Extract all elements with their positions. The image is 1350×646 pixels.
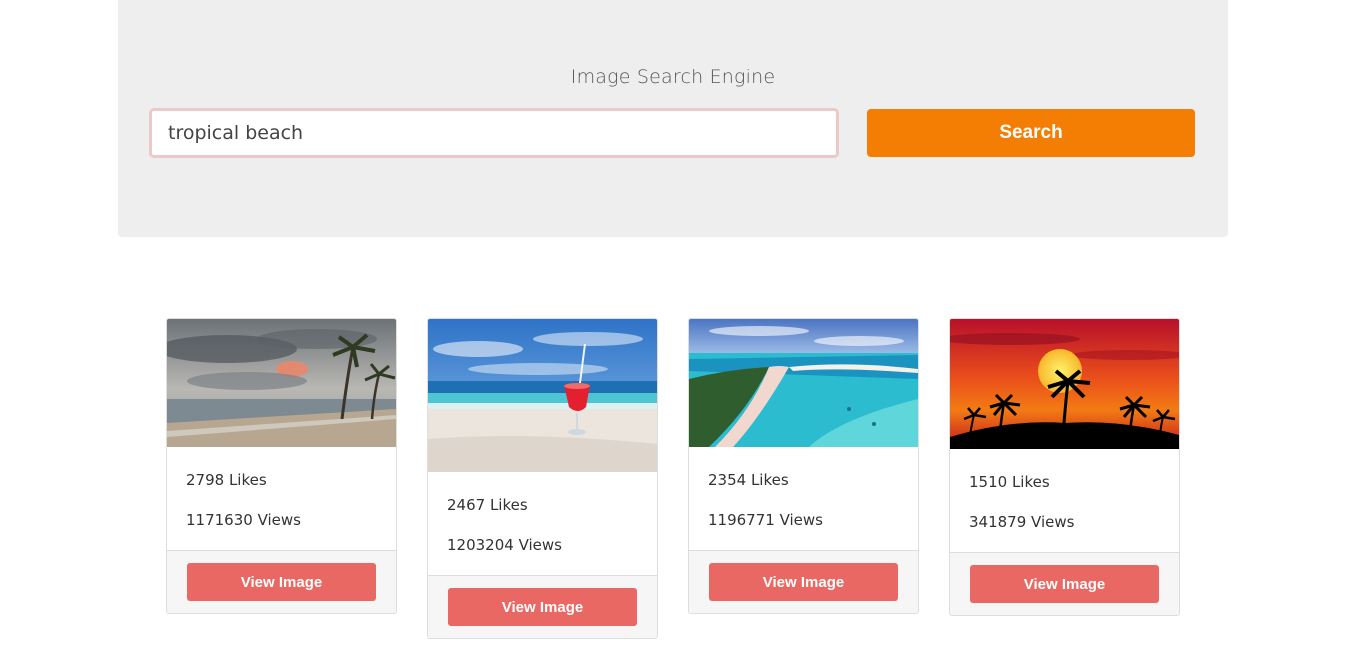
views-count: 1171630 Views xyxy=(186,511,301,529)
result-card: 2467 Likes 1203204 Views View Image xyxy=(427,318,658,639)
search-button[interactable]: Search xyxy=(867,109,1195,157)
view-image-button[interactable]: View Image xyxy=(448,588,637,626)
likes-count: 2467 Likes xyxy=(447,496,528,514)
card-body: 2467 Likes 1203204 Views xyxy=(428,472,657,576)
card-footer: View Image xyxy=(689,551,918,613)
result-image[interactable] xyxy=(689,319,918,447)
card-body: 2354 Likes 1196771 Views xyxy=(689,447,918,551)
result-card: 1510 Likes 341879 Views View Image xyxy=(949,318,1180,616)
likes-count: 2798 Likes xyxy=(186,471,267,489)
card-footer: View Image xyxy=(428,576,657,638)
likes-count: 1510 Likes xyxy=(969,473,1050,491)
view-image-button[interactable]: View Image xyxy=(970,565,1159,603)
result-card: 2354 Likes 1196771 Views View Image xyxy=(688,318,919,614)
card-body: 1510 Likes 341879 Views xyxy=(950,449,1179,553)
likes-count: 2354 Likes xyxy=(708,471,789,489)
card-footer: View Image xyxy=(167,551,396,613)
views-count: 1196771 Views xyxy=(708,511,823,529)
result-card: 2798 Likes 1171630 Views View Image xyxy=(166,318,397,614)
result-image[interactable] xyxy=(428,319,657,472)
result-image[interactable] xyxy=(167,319,396,447)
card-footer: View Image xyxy=(950,553,1179,615)
view-image-button[interactable]: View Image xyxy=(709,563,898,601)
result-image[interactable] xyxy=(950,319,1179,449)
views-count: 1203204 Views xyxy=(447,536,562,554)
card-body: 2798 Likes 1171630 Views xyxy=(167,447,396,551)
view-image-button[interactable]: View Image xyxy=(187,563,376,601)
search-input[interactable] xyxy=(149,108,839,158)
page-title: Image Search Engine xyxy=(570,66,776,88)
views-count: 341879 Views xyxy=(969,513,1075,531)
search-header: Image Search Engine Search xyxy=(118,0,1228,237)
